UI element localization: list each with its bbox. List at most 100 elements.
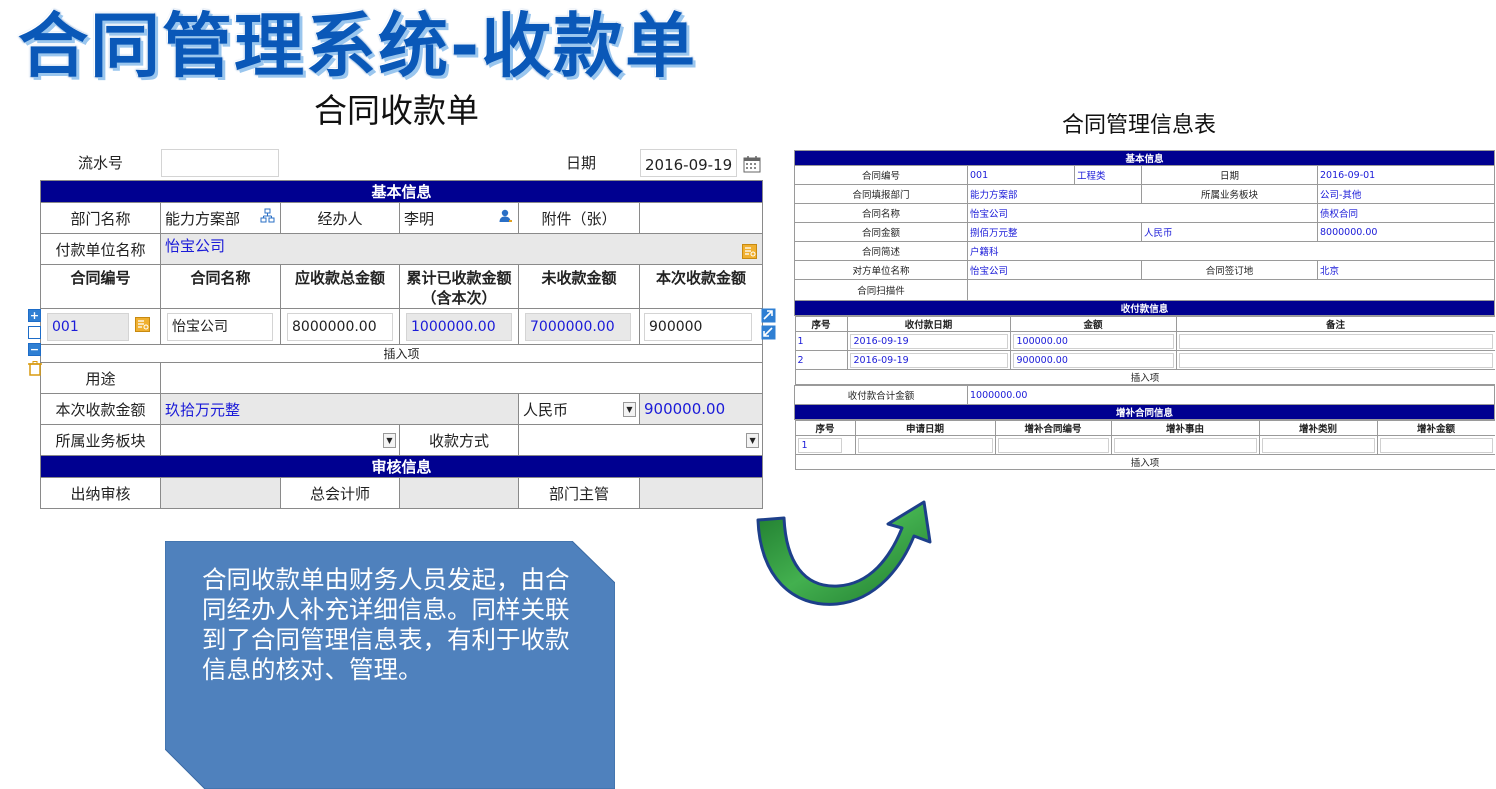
segment-value xyxy=(162,431,166,449)
payment-amount-cell[interactable]: 900000.00 xyxy=(1009,350,1177,370)
supplement-contract-input[interactable] xyxy=(997,437,1109,453)
payment-note[interactable] xyxy=(1178,333,1493,349)
supplement-date-input[interactable] xyxy=(857,437,993,453)
purpose-input[interactable] xyxy=(159,362,764,394)
copy-row-icon[interactable] xyxy=(28,326,41,339)
attachment-input[interactable] xyxy=(638,202,764,234)
handler-field[interactable]: 李明 xyxy=(399,202,519,234)
payment-subtable: 序号 收付款日期 金额 备注 1 2016-09-19 100000.00 2 … xyxy=(794,316,1495,385)
supplement-date-cell[interactable] xyxy=(854,435,996,455)
insert-row-link[interactable]: 插入项 xyxy=(794,454,1495,470)
callout-text: 合同收款单由财务人员发起，由合同经办人补充详细信息。同样关联到了合同管理信息表，… xyxy=(202,565,570,684)
supplement-no[interactable]: 1 xyxy=(797,437,842,453)
unreceived-value: 7000000.00 xyxy=(525,312,631,341)
supplement-amount-cell[interactable] xyxy=(1376,435,1495,455)
payment-note-cell[interactable] xyxy=(1175,331,1495,351)
place-value: 北京 xyxy=(1316,260,1496,280)
contract-name-value[interactable]: 怡宝公司 xyxy=(167,312,273,341)
calendar-icon[interactable] xyxy=(743,153,761,173)
audit-info-band: 审核信息 xyxy=(39,455,764,478)
party-value: 怡宝公司 xyxy=(967,260,1142,280)
segment-select[interactable]: ▼ xyxy=(160,424,400,456)
this-amount-cell[interactable]: 900000 xyxy=(638,308,764,345)
remove-row-icon[interactable]: − xyxy=(28,343,41,356)
place-label: 合同签订地 xyxy=(1141,260,1318,280)
supplement-col-contract-no: 增补合同编号 xyxy=(994,420,1112,436)
supplement-reason-cell[interactable] xyxy=(1110,435,1260,455)
total-value[interactable]: 8000000.00 xyxy=(287,312,393,341)
supplement-col-date: 申请日期 xyxy=(854,420,996,436)
category-value: 债权合同 xyxy=(1316,203,1496,223)
dept-manager-label: 部门主管 xyxy=(518,477,640,509)
move-row-icons[interactable] xyxy=(761,308,776,341)
supplement-col-reason: 增补事由 xyxy=(1110,420,1260,436)
insert-row-link[interactable]: 插入项 xyxy=(39,344,764,363)
contract-no-cell[interactable]: 001 xyxy=(40,308,161,345)
payer-label: 付款单位名称 xyxy=(40,233,161,265)
payment-amount-cell[interactable]: 100000.00 xyxy=(1009,331,1177,351)
supplement-type-cell[interactable] xyxy=(1258,435,1378,455)
payment-date[interactable]: 2016-09-19 xyxy=(849,352,1008,368)
scan-field[interactable] xyxy=(966,279,1496,301)
supplement-contract-cell[interactable] xyxy=(994,435,1112,455)
supplement-type-input[interactable] xyxy=(1261,437,1375,453)
info-table-caption: 合同管理信息表 xyxy=(1062,113,1217,138)
currency-value: 人民币 xyxy=(1141,222,1318,242)
this-amount-value[interactable]: 900000 xyxy=(644,312,752,341)
payer-field[interactable]: 怡宝公司 xyxy=(159,233,764,265)
chevron-down-icon[interactable]: ▼ xyxy=(623,402,636,417)
org-tree-icon[interactable] xyxy=(260,208,275,227)
handler-label: 经办人 xyxy=(280,202,400,234)
brief-label: 合同简述 xyxy=(794,241,968,261)
payment-col-note: 备注 xyxy=(1175,316,1495,332)
add-row-icon[interactable]: + xyxy=(28,309,41,322)
date-label: 日期 xyxy=(566,154,597,172)
amount-value: 900000.00 xyxy=(644,400,726,418)
segment-label: 所属业务板块 xyxy=(1141,184,1318,204)
payment-note-cell[interactable] xyxy=(1175,350,1495,370)
total-cell[interactable]: 8000000.00 xyxy=(280,308,400,345)
segment-value: 公司-其他 xyxy=(1316,184,1496,204)
col-contract-no: 合同编号 xyxy=(40,264,161,309)
contract-no-value[interactable]: 001 xyxy=(47,312,129,341)
amount-value-field: 900000.00 xyxy=(638,393,764,425)
payment-date-cell[interactable]: 2016-09-19 xyxy=(846,331,1011,351)
supplement-reason-input[interactable] xyxy=(1113,437,1257,453)
date-input[interactable]: 2016-09-19 xyxy=(640,149,737,177)
contract-lookup-icon[interactable] xyxy=(135,317,150,336)
supplement-no-cell[interactable]: 1 xyxy=(794,435,856,455)
table-row: 2 2016-09-19 900000.00 xyxy=(794,350,1495,370)
payment-date[interactable]: 2016-09-19 xyxy=(849,333,1008,349)
amount-value: 8000000.00 xyxy=(1316,222,1496,242)
dept-field[interactable]: 能力方案部 xyxy=(160,202,281,234)
payment-subtable-cell: 序号 收付款日期 金额 备注 1 2016-09-19 100000.00 2 … xyxy=(794,316,1495,386)
supplement-amount-input[interactable] xyxy=(1379,437,1493,453)
supplement-col-no: 序号 xyxy=(794,420,856,436)
chevron-down-icon[interactable]: ▼ xyxy=(746,433,760,448)
dept-value: 能力方案部 xyxy=(165,209,241,228)
amount-label: 合同金额 xyxy=(794,222,968,242)
payment-amount[interactable]: 100000.00 xyxy=(1012,333,1174,349)
method-value xyxy=(520,431,523,449)
payment-note[interactable] xyxy=(1178,352,1493,368)
user-picker-icon[interactable] xyxy=(498,208,513,227)
dept-label: 合同填报部门 xyxy=(794,184,968,204)
supplement-subtable: 序号 申请日期 增补合同编号 增补事由 增补类别 增补金额 1 插入项 xyxy=(794,420,1495,470)
attachment-label: 附件（张） xyxy=(518,202,640,234)
lookup-icon[interactable] xyxy=(742,244,758,263)
insert-row-link[interactable]: 插入项 xyxy=(794,369,1495,385)
col-total-receivable: 应收款总金额 xyxy=(280,264,400,309)
method-select[interactable]: ▼ xyxy=(517,424,764,456)
date-value: 2016-09-01 xyxy=(1316,165,1496,185)
delete-trash-icon[interactable] xyxy=(28,361,42,376)
cashier-field xyxy=(160,477,281,509)
contract-name-cell[interactable]: 怡宝公司 xyxy=(160,308,281,345)
party-label: 对方单位名称 xyxy=(794,260,968,280)
currency-select[interactable]: 人民币 ▼ xyxy=(518,393,640,425)
chevron-down-icon[interactable]: ▼ xyxy=(383,433,396,448)
payment-date-cell[interactable]: 2016-09-19 xyxy=(846,350,1011,370)
serial-input[interactable] xyxy=(161,149,279,177)
payment-amount[interactable]: 900000.00 xyxy=(1012,352,1174,368)
scan-label: 合同扫描件 xyxy=(794,279,968,301)
table-row: 1 xyxy=(794,435,1495,455)
